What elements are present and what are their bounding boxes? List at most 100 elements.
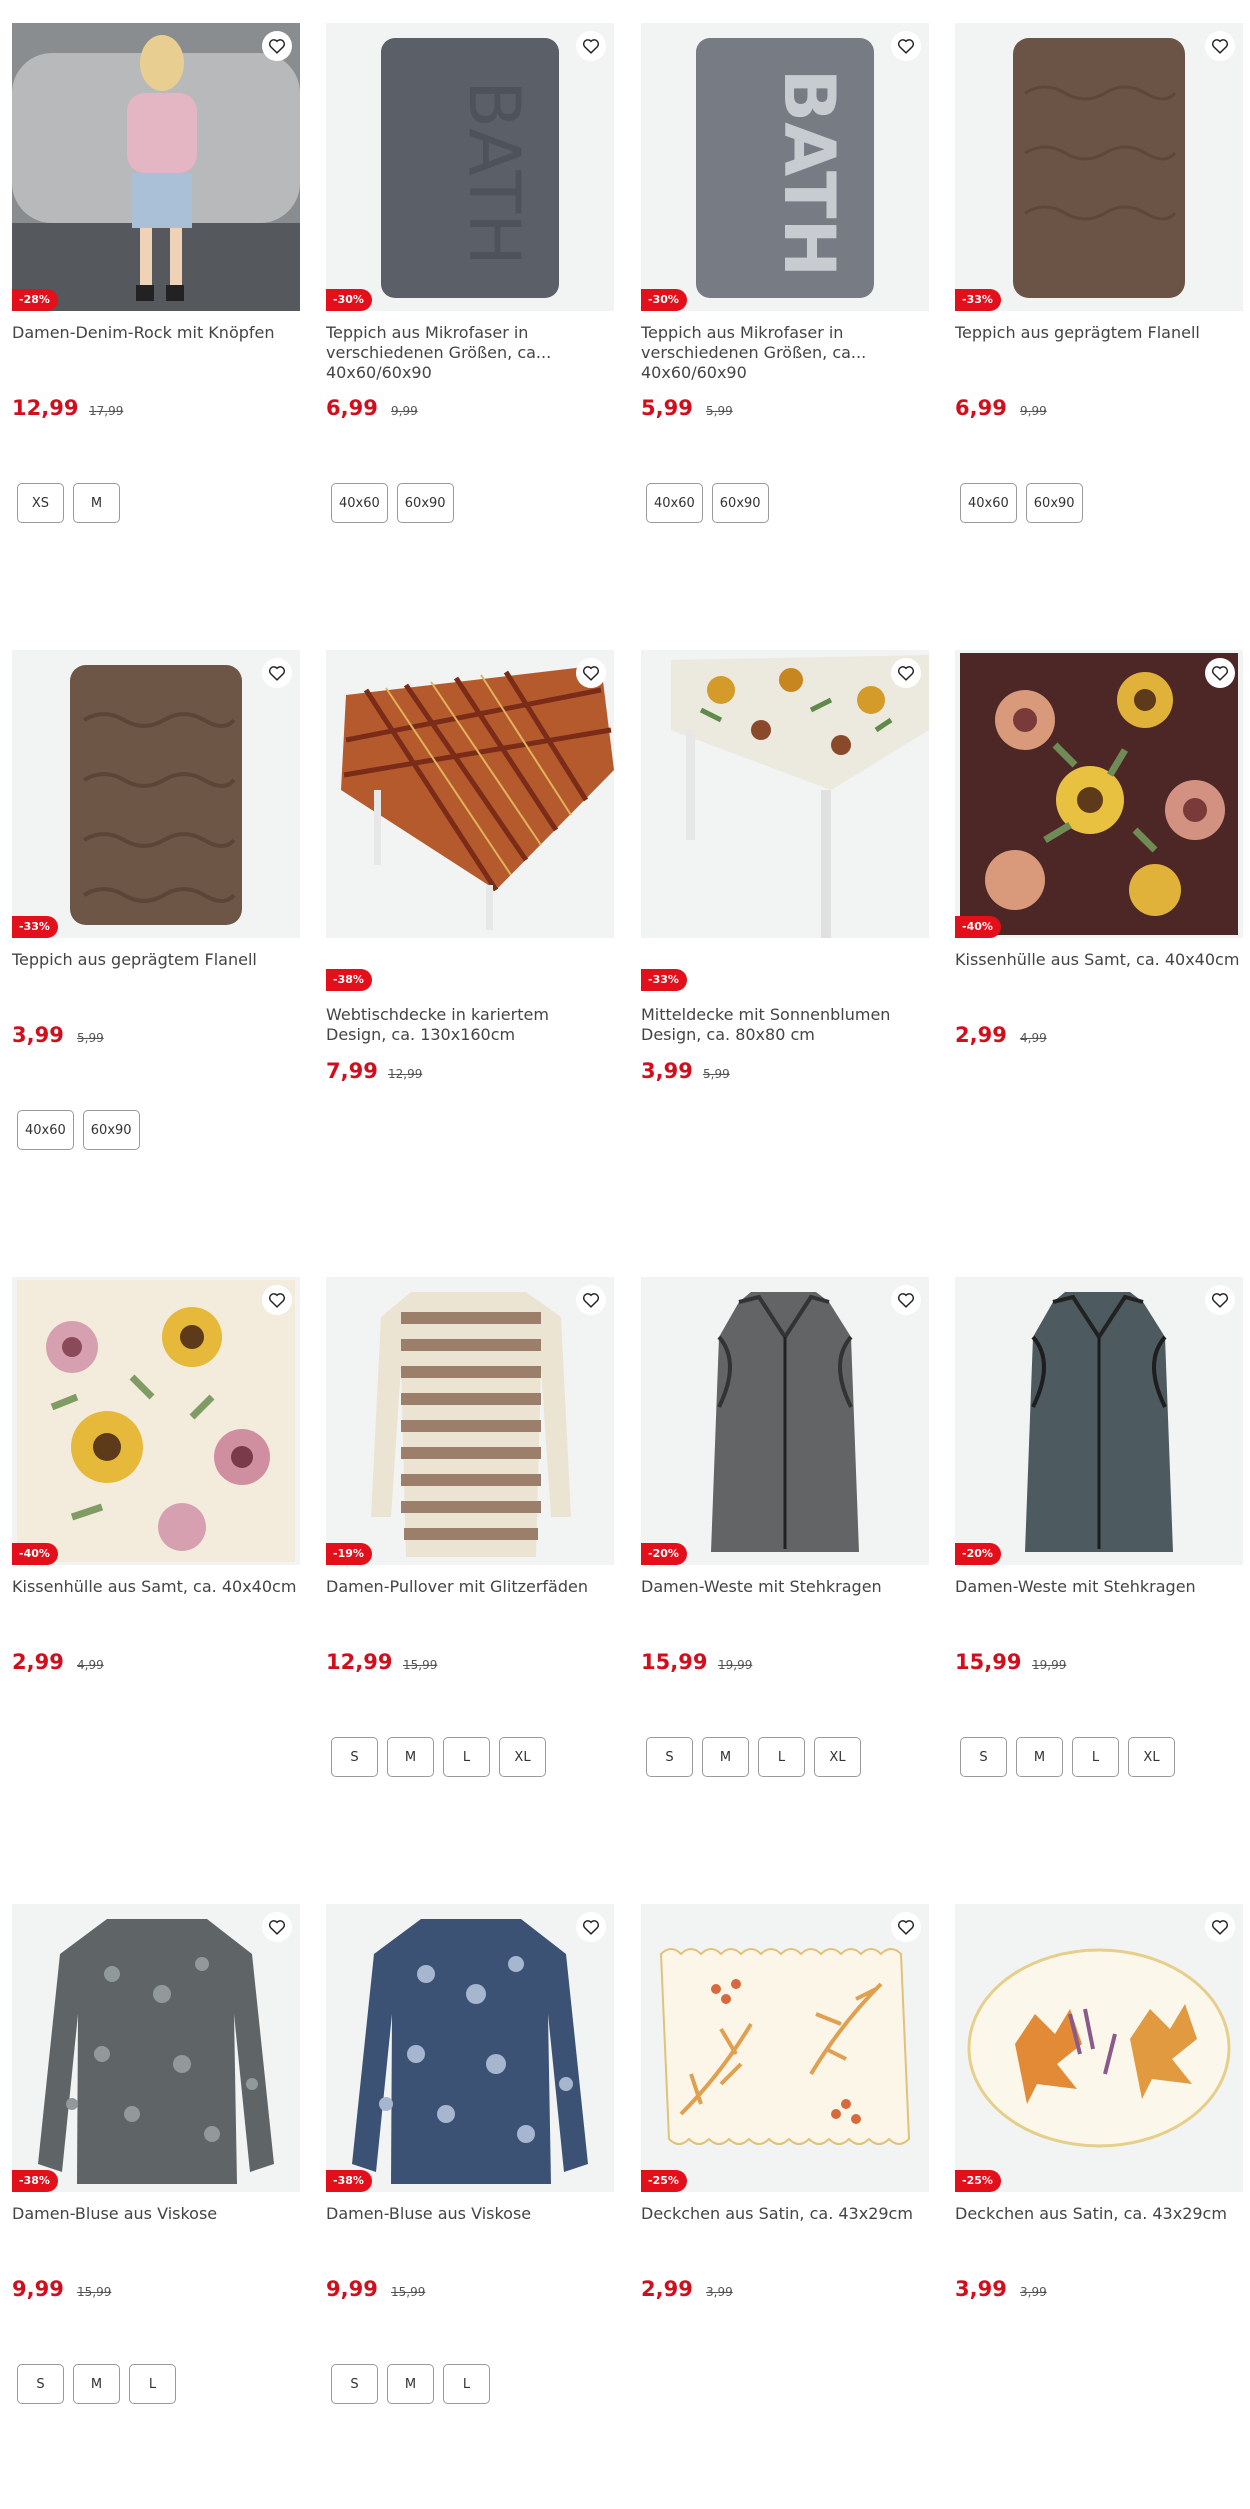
size-option[interactable]: L — [758, 1737, 805, 1777]
price: 12,99 — [12, 396, 79, 420]
product-title[interactable]: Damen-Weste mit Stehkragen — [641, 1577, 926, 1597]
old-price: 19,99 — [718, 1658, 753, 1672]
product-title[interactable]: Teppich aus geprägtem Flanell — [12, 950, 297, 970]
product-title[interactable]: Damen-Denim-Rock mit Knöpfen — [12, 323, 297, 343]
product-image[interactable]: BATH -30% — [326, 23, 614, 311]
price: 9,99 — [326, 2277, 378, 2301]
favorite-button[interactable] — [891, 1285, 921, 1315]
product-title[interactable]: Kissenhülle aus Samt, ca. 40x40cm — [12, 1577, 297, 1597]
product-image[interactable]: -40% — [955, 650, 1243, 938]
size-option[interactable]: 40x60 — [331, 483, 388, 523]
favorite-button[interactable] — [262, 1912, 292, 1942]
size-option[interactable]: 40x60 — [960, 483, 1017, 523]
product-image[interactable]: -38% — [326, 1904, 614, 2192]
old-price: 9,99 — [391, 404, 418, 418]
product-title[interactable]: Mitteldecke mit Sonnenblumen Design, ca.… — [641, 1005, 926, 1045]
favorite-button[interactable] — [1205, 1912, 1235, 1942]
size-option[interactable]: 60x90 — [396, 483, 454, 523]
product-image[interactable]: -20% — [955, 1277, 1243, 1565]
size-option[interactable]: S — [646, 1737, 693, 1777]
size-option[interactable]: M — [387, 2364, 434, 2404]
size-options: 40x60 60x90 — [646, 483, 769, 523]
old-price: 15,99 — [391, 2285, 426, 2299]
product-title[interactable]: Teppich aus Mikrofaser in verschiedenen … — [641, 323, 926, 383]
product-image[interactable] — [641, 650, 929, 938]
price: 7,99 — [326, 1059, 378, 1083]
favorite-button[interactable] — [576, 658, 606, 688]
price: 6,99 — [326, 396, 378, 420]
size-option[interactable]: 40x60 — [17, 1110, 74, 1150]
old-price: 9,99 — [1020, 404, 1047, 418]
product-title[interactable]: Webtischdecke in kariertem Design, ca. 1… — [326, 1005, 611, 1045]
heart-outline-icon — [897, 39, 915, 54]
favorite-button[interactable] — [891, 31, 921, 61]
size-option[interactable]: XL — [1128, 1737, 1175, 1777]
size-option[interactable]: L — [129, 2364, 176, 2404]
size-option[interactable]: L — [1072, 1737, 1119, 1777]
product-image[interactable] — [326, 650, 614, 938]
price: 15,99 — [641, 1650, 708, 1674]
size-option[interactable]: XL — [499, 1737, 546, 1777]
favorite-button[interactable] — [262, 1285, 292, 1315]
product-image[interactable]: -33% — [955, 23, 1243, 311]
size-option[interactable]: L — [443, 1737, 490, 1777]
size-option[interactable]: XL — [814, 1737, 861, 1777]
discount-badge: -30% — [641, 289, 687, 311]
product-title[interactable]: Damen-Pullover mit Glitzerfäden — [326, 1577, 611, 1597]
heart-outline-icon — [582, 1293, 600, 1308]
product-title[interactable]: Kissenhülle aus Samt, ca. 40x40cm — [955, 950, 1240, 970]
price: 5,99 — [641, 396, 693, 420]
product-title[interactable]: Deckchen aus Satin, ca. 43x29cm — [955, 2204, 1240, 2224]
product-image[interactable]: -25% — [641, 1904, 929, 2192]
product-title[interactable]: Teppich aus geprägtem Flanell — [955, 323, 1240, 343]
product-image[interactable]: BATH -30% — [641, 23, 929, 311]
favorite-button[interactable] — [576, 1285, 606, 1315]
size-option[interactable]: 60x90 — [711, 483, 769, 523]
favorite-button[interactable] — [1205, 1285, 1235, 1315]
discount-badge: -30% — [326, 289, 372, 311]
favorite-button[interactable] — [1205, 31, 1235, 61]
favorite-button[interactable] — [891, 658, 921, 688]
size-option[interactable]: 60x90 — [82, 1110, 140, 1150]
product-title[interactable]: Deckchen aus Satin, ca. 43x29cm — [641, 2204, 926, 2224]
heart-outline-icon — [268, 1920, 286, 1935]
discount-badge: -33% — [641, 969, 687, 991]
product-title[interactable]: Damen-Weste mit Stehkragen — [955, 1577, 1240, 1597]
size-option[interactable]: S — [331, 2364, 378, 2404]
favorite-button[interactable] — [1205, 658, 1235, 688]
favorite-button[interactable] — [891, 1912, 921, 1942]
favorite-button[interactable] — [262, 31, 292, 61]
discount-badge: -38% — [326, 969, 372, 991]
product-title[interactable]: Damen-Bluse aus Viskose — [326, 2204, 611, 2224]
price: 12,99 — [326, 1650, 393, 1674]
size-option[interactable]: S — [17, 2364, 64, 2404]
size-option[interactable]: S — [960, 1737, 1007, 1777]
size-option[interactable]: L — [443, 2364, 490, 2404]
old-price: 4,99 — [77, 1658, 104, 1672]
product-image[interactable]: -40% — [12, 1277, 300, 1565]
old-price: 3,99 — [1020, 2285, 1047, 2299]
size-option[interactable]: M — [387, 1737, 434, 1777]
size-option[interactable]: 60x90 — [1025, 483, 1083, 523]
product-title[interactable]: Teppich aus Mikrofaser in verschiedenen … — [326, 323, 611, 383]
favorite-button[interactable] — [262, 658, 292, 688]
old-price: 19,99 — [1032, 1658, 1067, 1672]
size-option[interactable]: M — [73, 2364, 120, 2404]
favorite-button[interactable] — [576, 31, 606, 61]
size-option[interactable]: XS — [17, 483, 64, 523]
size-option[interactable]: S — [331, 1737, 378, 1777]
product-image[interactable]: -20% — [641, 1277, 929, 1565]
heart-outline-icon — [582, 666, 600, 681]
size-option[interactable]: 40x60 — [646, 483, 703, 523]
product-image[interactable]: -25% — [955, 1904, 1243, 2192]
size-option[interactable]: M — [73, 483, 120, 523]
product-image[interactable]: -38% — [12, 1904, 300, 2192]
favorite-button[interactable] — [576, 1912, 606, 1942]
product-title[interactable]: Damen-Bluse aus Viskose — [12, 2204, 297, 2224]
size-option[interactable]: M — [702, 1737, 749, 1777]
product-image[interactable]: -33% — [12, 650, 300, 938]
product-image[interactable]: -19% — [326, 1277, 614, 1565]
heart-outline-icon — [1211, 666, 1229, 681]
size-option[interactable]: M — [1016, 1737, 1063, 1777]
product-image[interactable]: -28% — [12, 23, 300, 311]
